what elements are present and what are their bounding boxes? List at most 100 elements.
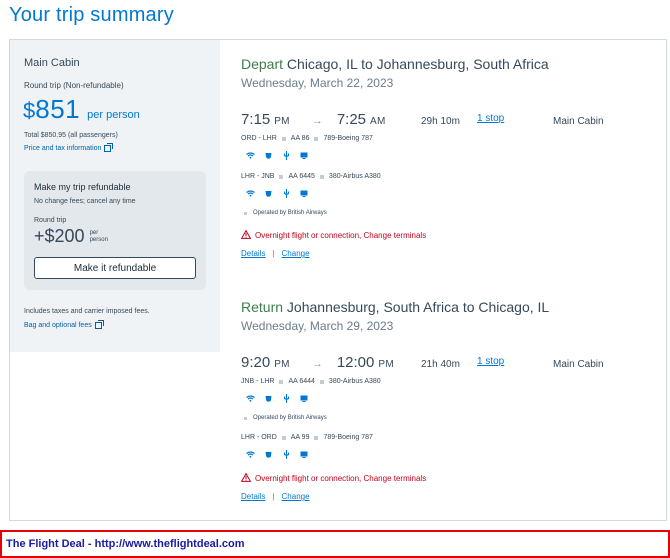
refund-note: No change fees; cancel any time — [34, 198, 136, 205]
price-sidebar: Main Cabin Round trip (Non-refundable) $… — [10, 40, 220, 352]
entertainment-icon — [299, 450, 309, 459]
link-separator: | — [272, 249, 275, 258]
refund-round-trip-label: Round trip — [34, 217, 67, 224]
depart-segment: Depart Chicago, IL to Johannesburg, Sout… — [240, 56, 661, 266]
refund-per-person: per person — [89, 230, 108, 243]
depart-heading: Depart Chicago, IL to Johannesburg, Sout… — [241, 56, 661, 72]
currency-symbol: $ — [23, 98, 36, 123]
depart-change-link[interactable]: Change — [282, 249, 310, 258]
return-times: 9:20 PM → 12:00 PM — [241, 354, 394, 371]
trip-type: Round trip (Non-refundable) — [24, 81, 124, 90]
leg-route: ORD - LHR — [241, 135, 277, 142]
return-leg-2: LHR - ORD AA 99 789-Boeing 787 — [241, 434, 373, 441]
leg-flight: AA 6445 — [288, 173, 315, 180]
return-leg-2-amenities — [245, 450, 309, 459]
refund-upsell-box: Make my trip refundable No change fees; … — [24, 171, 206, 290]
leg-aircraft: 789-Boeing 787 — [323, 135, 373, 142]
return-warning: Overnight flight or connection, Change t… — [240, 472, 427, 484]
return-direction: Return — [241, 299, 284, 315]
leg-route: LHR - JNB — [241, 173, 275, 180]
refund-price-amount: +$200 — [34, 226, 85, 246]
leg-aircraft: 789-Boeing 787 — [323, 434, 373, 441]
return-heading: Return Johannesburg, South Africa to Chi… — [241, 299, 661, 315]
depart-stops-link[interactable]: 1 stop — [477, 113, 504, 124]
return-leg-1-amenities — [245, 394, 309, 403]
return-change-link[interactable]: Change — [282, 492, 310, 501]
wifi-icon — [245, 450, 255, 459]
power-icon — [281, 151, 291, 160]
warning-icon — [240, 229, 252, 241]
return-dep-ampm: PM — [274, 359, 290, 370]
entertainment-icon — [299, 151, 309, 160]
power-icon — [281, 189, 291, 198]
snack-icon — [263, 450, 273, 459]
arrow-right-icon: → — [311, 115, 323, 127]
arrow-right-icon: → — [311, 358, 323, 370]
snack-icon — [263, 189, 273, 198]
depart-cabin: Main Cabin — [553, 116, 604, 127]
footer-banner: The Flight Deal - http://www.theflightde… — [0, 530, 670, 558]
warning-icon — [240, 472, 252, 484]
snack-icon — [263, 394, 273, 403]
per-person-label: per person — [87, 109, 140, 121]
price-tax-link[interactable]: Price and tax information — [24, 143, 114, 152]
return-segment: Return Johannesburg, South Africa to Chi… — [240, 299, 661, 509]
leg-route: LHR - ORD — [241, 434, 277, 441]
return-operated-by: Operated by British Airways — [241, 415, 327, 421]
depart-leg-2: LHR - JNB AA 6445 380-Airbus A380 — [241, 173, 381, 180]
taxes-note: Includes taxes and carrier imposed fees. — [24, 308, 150, 315]
snack-icon — [263, 151, 273, 160]
depart-leg-1: ORD - LHR AA 86 789-Boeing 787 — [241, 135, 373, 142]
depart-details-link[interactable]: Details — [241, 249, 265, 258]
power-icon — [281, 394, 291, 403]
external-link-icon — [104, 143, 114, 152]
price-per-person: $ 851 per person — [23, 94, 140, 125]
return-route: Johannesburg, South Africa to Chicago, I… — [286, 299, 550, 315]
price-amount: 851 — [35, 94, 81, 124]
entertainment-icon — [299, 189, 309, 198]
leg-route: JNB - LHR — [241, 378, 275, 385]
operated-by-text: Operated by British Airways — [253, 415, 327, 421]
depart-leg-2-amenities — [245, 189, 309, 198]
return-arr-ampm: PM — [378, 359, 394, 370]
depart-dep-ampm: PM — [274, 116, 290, 127]
return-cabin: Main Cabin — [553, 359, 604, 370]
leg-flight: AA 6444 — [288, 378, 315, 385]
return-duration: 21h 40m — [421, 359, 460, 370]
depart-direction: Depart — [241, 56, 284, 72]
footer-text: The Flight Deal - http://www.theflightde… — [6, 538, 245, 550]
return-dep-time: 9:20 — [241, 354, 271, 371]
depart-duration: 29h 10m — [421, 116, 460, 127]
power-icon — [281, 450, 291, 459]
page-title: Your trip summary — [9, 4, 174, 26]
depart-dep-time: 7:15 — [241, 111, 271, 128]
depart-arr-time: 7:25 — [336, 111, 367, 128]
depart-times: 7:15 PM → 7:25 AM — [241, 111, 386, 128]
return-arr-time: 12:00 — [336, 354, 375, 371]
depart-arr-ampm: AM — [370, 116, 386, 127]
cabin-label: Main Cabin — [24, 57, 80, 69]
bag-fees-link[interactable]: Bag and optional fees — [24, 320, 104, 329]
depart-operated-by: Operated by British Airways — [241, 210, 327, 216]
depart-route: Chicago, IL to Johannesburg, South Afric… — [286, 56, 549, 72]
make-refundable-button[interactable]: Make it refundable — [34, 257, 196, 279]
leg-aircraft: 380-Airbus A380 — [328, 173, 381, 180]
link-separator: | — [272, 492, 275, 501]
leg-flight: AA 86 — [290, 135, 310, 142]
wifi-icon — [245, 189, 255, 198]
return-date: Wednesday, March 29, 2023 — [241, 319, 394, 333]
refund-title: Make my trip refundable — [34, 182, 131, 192]
wifi-icon — [245, 151, 255, 160]
refund-price: +$200 per person — [34, 226, 114, 247]
return-actions: Details | Change — [241, 492, 310, 501]
return-stops-link[interactable]: 1 stop — [477, 356, 504, 367]
entertainment-icon — [299, 394, 309, 403]
depart-leg-1-amenities — [245, 151, 309, 160]
warning-text: Overnight flight or connection, Change t… — [255, 474, 427, 483]
wifi-icon — [245, 394, 255, 403]
return-details-link[interactable]: Details — [241, 492, 265, 501]
total-price: Total $850.95 (all passengers) — [24, 132, 118, 139]
price-tax-link-label: Price and tax information — [24, 145, 102, 152]
leg-aircraft: 380-Airbus A380 — [328, 378, 381, 385]
leg-flight: AA 99 — [290, 434, 310, 441]
